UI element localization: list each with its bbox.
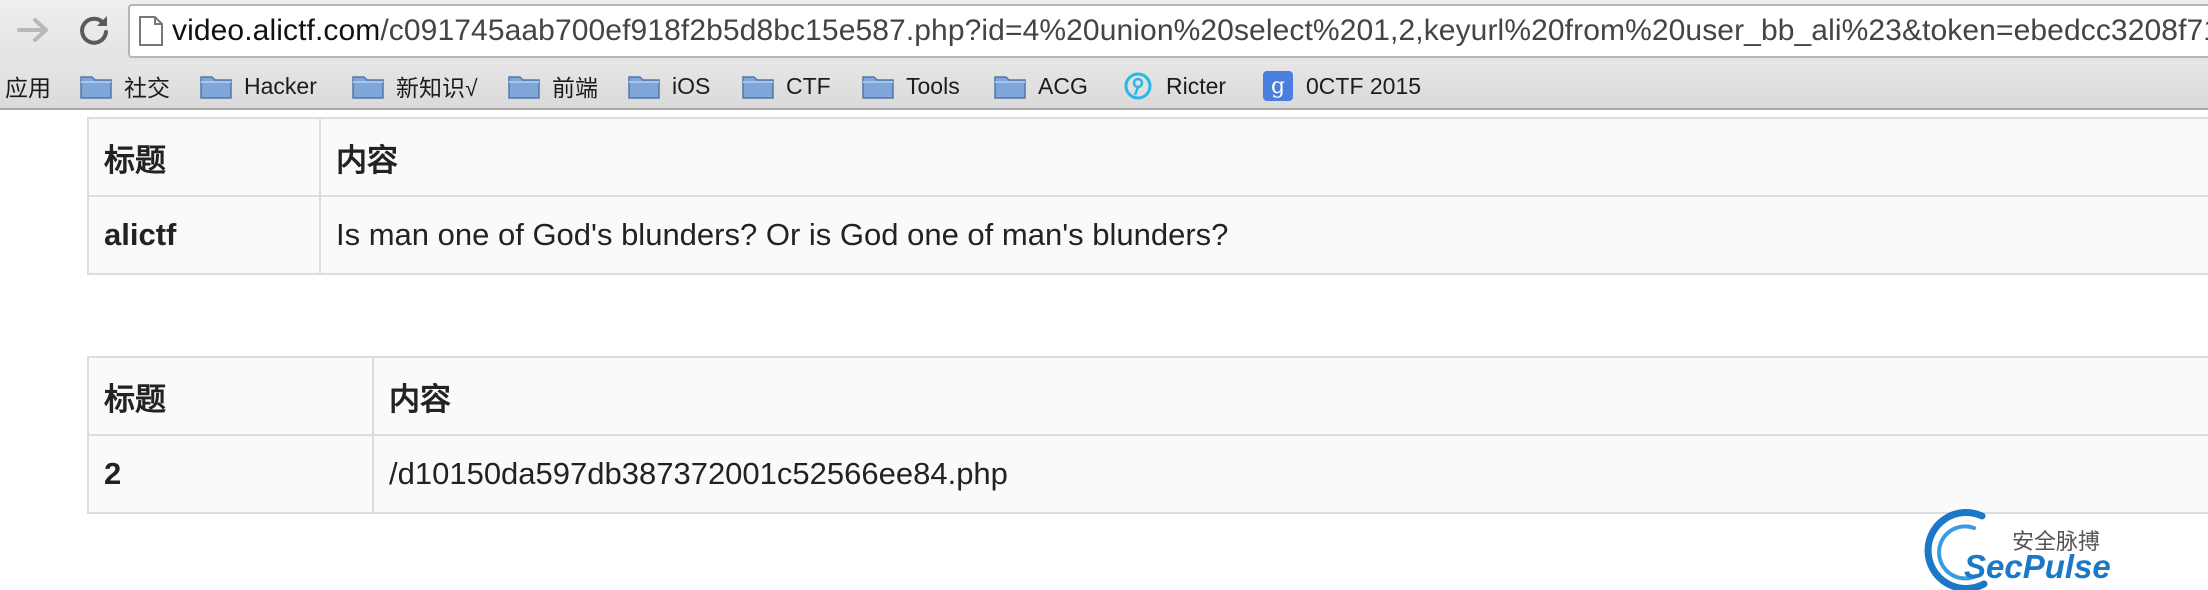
folder-icon [628,70,660,102]
bookmark-label: ACG [1038,72,1088,99]
table-header-row: 标题 内容 [89,358,2208,436]
bookmark-label: Hacker [244,72,317,99]
bookmark-label: 前端 [552,75,598,101]
cell-title: 2 [89,436,374,512]
browser-toolbar: video.alictf.com/c091745aab700ef918f2b5d… [0,0,2208,62]
result-table-1: 标题 内容 alictf Is man one of God's blunder… [87,117,2208,275]
secpulse-watermark: 安全脉搏 SecPulse [1912,504,2112,590]
ricter-site-icon [1122,70,1154,102]
bookmark-label: iOS [672,72,711,99]
table-header-row: 标题 内容 [89,119,2208,197]
url-text[interactable]: video.alictf.com/c091745aab700ef918f2b5d… [172,14,2208,48]
bookmarks-bar: 应用 社交 Hacker 新知识√ 前端 iOS CTF Tools ACG R… [0,62,2208,110]
url-host: video.alictf.com [172,14,381,47]
header-title: 标题 [89,119,321,195]
url-path: /c091745aab700ef918f2b5d8bc15e587.php?id… [380,14,2208,47]
folder-icon [994,70,1026,102]
forward-button[interactable] [10,6,58,54]
reload-button[interactable] [70,6,118,54]
table-row: alictf Is man one of God's blunders? Or … [89,197,2208,275]
folder-icon [862,70,894,102]
bookmark-folder-ctf[interactable]: CTF [742,62,831,110]
cell-content: Is man one of God's blunders? Or is God … [336,217,1229,252]
bookmark-folder-tools[interactable]: Tools [862,62,960,110]
table-row: 2 /d10150da597db387372001c52566ee84.php [89,436,2208,514]
bookmark-folder-acg[interactable]: ACG [994,62,1088,110]
watermark-en: SecPulse [1964,548,2111,585]
cell-content: /d10150da597db387372001c52566ee84.php [389,456,1008,491]
page-content: 标题 内容 alictf Is man one of God's blunder… [0,112,2208,590]
cell-title: alictf [89,197,321,273]
bookmark-apps[interactable]: 应用 [5,62,51,110]
page-icon [138,9,164,53]
folder-icon [200,70,232,102]
bookmark-label: 新知识√ [396,75,478,101]
header-title: 标题 [89,358,374,434]
bookmark-label: 社交 [124,75,170,101]
bookmark-label: Ricter [1166,72,1227,99]
bookmark-folder-ios[interactable]: iOS [628,62,710,110]
arrow-right-icon [17,18,48,42]
bookmark-ricter[interactable]: Ricter [1122,62,1226,110]
folder-icon [352,70,384,102]
folder-icon [742,70,774,102]
folder-icon [80,70,112,102]
header-content: 内容 [336,142,398,178]
folder-icon [508,70,540,102]
svg-text:g: g [1271,74,1285,99]
header-content: 内容 [389,381,451,417]
result-table-2: 标题 内容 2 /d10150da597db387372001c52566ee8… [87,356,2208,514]
bookmark-label: CTF [786,72,831,99]
google-g-icon: g [1262,70,1294,102]
bookmark-label: Tools [906,72,960,99]
bookmark-label: 0CTF 2015 [1306,72,1422,99]
bookmark-0ctf-2015[interactable]: g 0CTF 2015 [1262,62,1421,110]
bookmark-folder-new-knowledge[interactable]: 新知识√ [352,62,478,110]
address-bar[interactable]: video.alictf.com/c091745aab700ef918f2b5d… [128,4,2208,58]
bookmark-folder-social[interactable]: 社交 [80,62,170,110]
reload-icon [80,16,108,45]
bookmark-folder-frontend[interactable]: 前端 [508,62,598,110]
bookmark-folder-hacker[interactable]: Hacker [200,62,317,110]
bookmark-label: 应用 [5,75,51,101]
